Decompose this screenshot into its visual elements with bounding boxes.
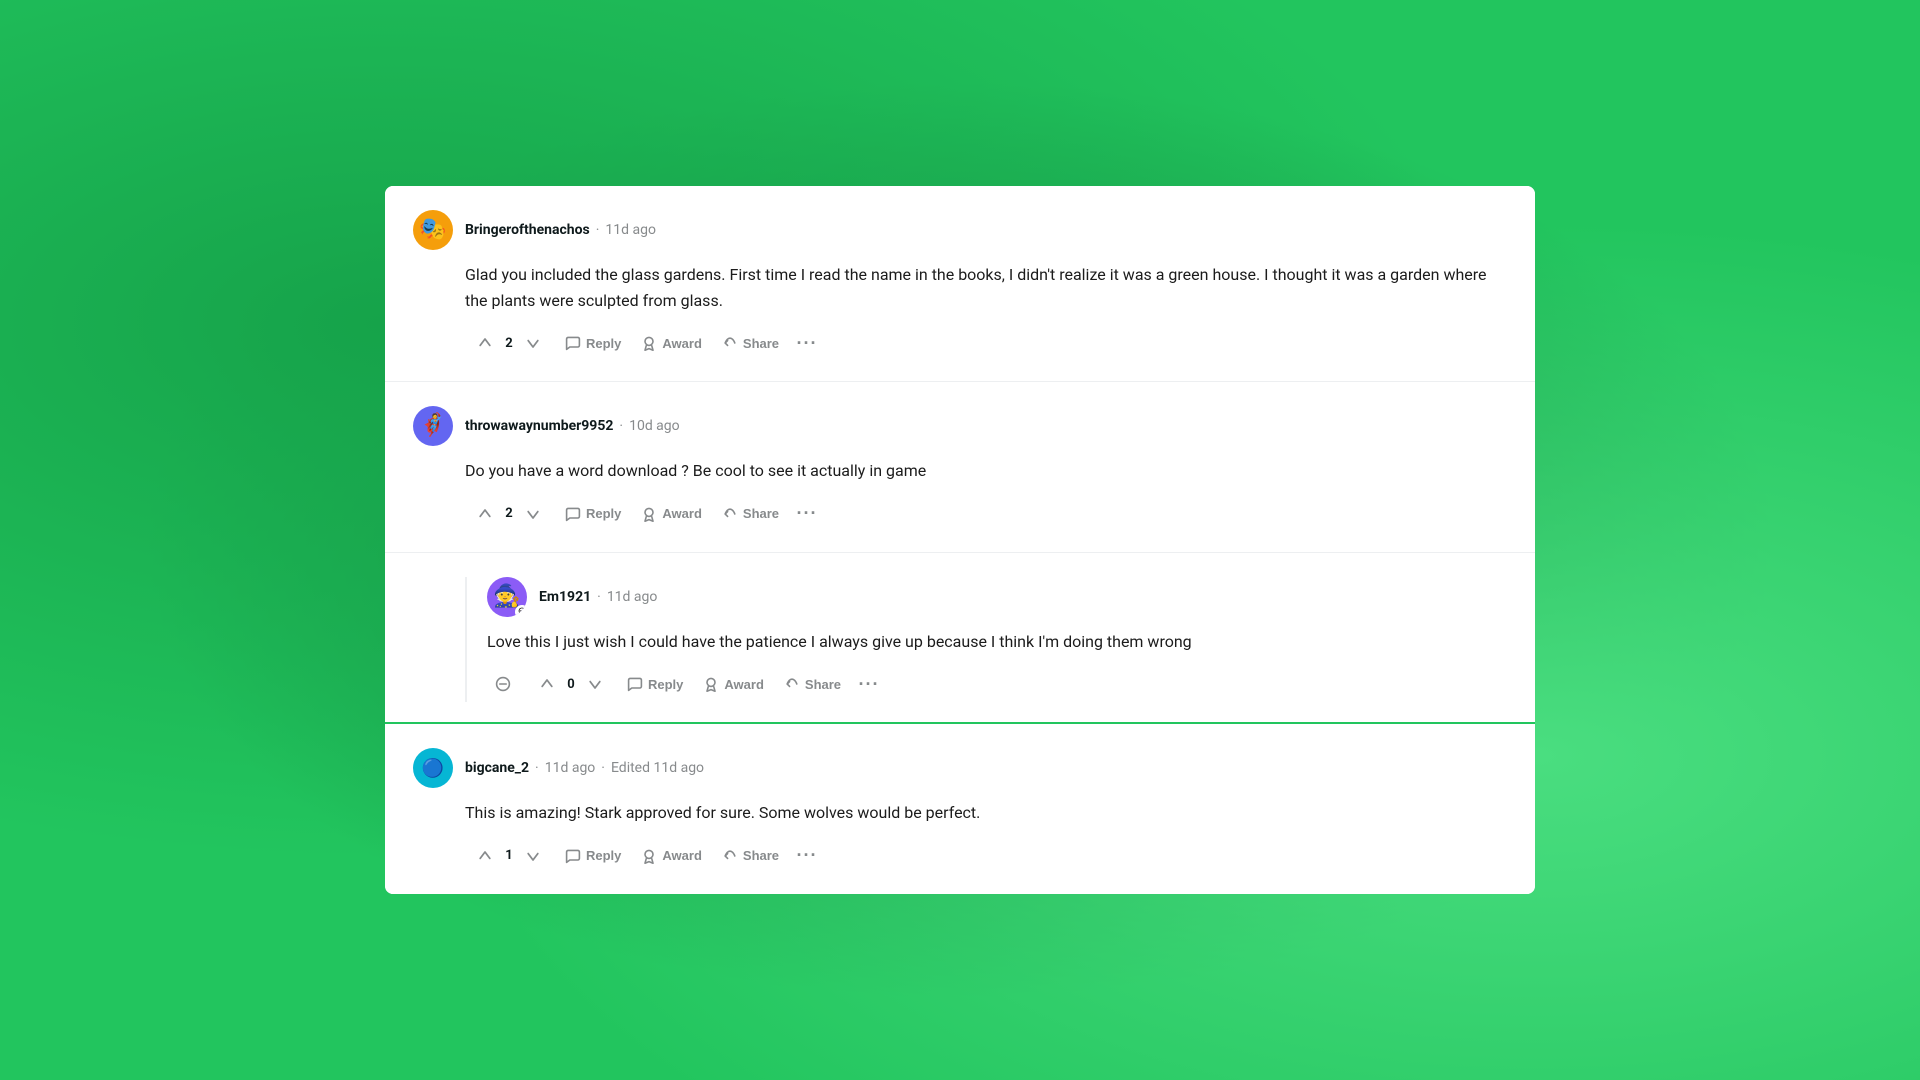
timestamp: 10d ago	[629, 418, 680, 434]
comment-actions: 0 Reply Award Shar	[487, 666, 1507, 702]
award-button[interactable]: Award	[633, 500, 710, 528]
more-label: ···	[859, 674, 880, 695]
downvote-button[interactable]	[519, 842, 547, 870]
comment-body: Do you have a word download ? Be cool to…	[465, 458, 1507, 484]
timestamp: 11d ago	[605, 222, 656, 238]
share-button[interactable]: Share	[714, 842, 787, 870]
award-button[interactable]: Award	[633, 842, 710, 870]
upvote-button[interactable]	[471, 842, 499, 870]
panel-top: 🎭 Bringerofthenachos · 11d ago Glad you …	[385, 186, 1535, 722]
more-label: ···	[797, 503, 818, 524]
reply-button[interactable]: Reply	[619, 670, 691, 698]
reply-label: Reply	[586, 848, 621, 863]
award-label: Award	[662, 336, 702, 351]
vote-group: 0	[527, 666, 615, 702]
more-button[interactable]: ···	[791, 498, 823, 530]
award-button[interactable]: Award	[633, 329, 710, 357]
award-button[interactable]: Award	[695, 670, 772, 698]
vote-count: 2	[501, 506, 517, 521]
more-label: ···	[797, 845, 818, 866]
upvote-button[interactable]	[471, 500, 499, 528]
comment-meta: bigcane_2 · 11d ago · Edited 11d ago	[465, 760, 704, 776]
separator: ·	[597, 589, 601, 605]
username: bigcane_2	[465, 760, 529, 776]
more-label: ···	[797, 333, 818, 354]
share-label: Share	[743, 506, 779, 521]
comment-meta: Bringerofthenachos · 11d ago	[465, 222, 656, 238]
vote-count: 0	[563, 677, 579, 692]
upvote-button[interactable]	[471, 329, 499, 357]
comment-block: 🦸 throwawaynumber9952 · 10d ago Do you h…	[385, 382, 1535, 553]
avatar: 🔵	[413, 748, 453, 788]
edited-tag: Edited 11d ago	[611, 760, 704, 776]
vote-count: 2	[501, 336, 517, 351]
avatar-image: 🎭	[419, 219, 446, 241]
comment-body: Glad you included the glass gardens. Fir…	[465, 262, 1507, 313]
upvote-button[interactable]	[533, 670, 561, 698]
share-label: Share	[743, 848, 779, 863]
avatar-image: 🔵	[422, 758, 444, 779]
avatar-image: 🧙	[493, 586, 520, 608]
reply-button[interactable]: Reply	[557, 842, 629, 870]
comment-header: 🔵 bigcane_2 · 11d ago · Edited 11d ago	[413, 748, 1507, 788]
share-label: Share	[805, 677, 841, 692]
reply-label: Reply	[586, 336, 621, 351]
more-button[interactable]: ···	[791, 840, 823, 872]
comment-block: 🔵 bigcane_2 · 11d ago · Edited 11d ago T…	[385, 724, 1535, 894]
reply-label: Reply	[648, 677, 683, 692]
panel-bottom: 🔵 bigcane_2 · 11d ago · Edited 11d ago T…	[385, 722, 1535, 894]
avatar: 🧙 ⊖	[487, 577, 527, 617]
reply-label: Reply	[586, 506, 621, 521]
award-label: Award	[662, 848, 702, 863]
comment-meta: throwawaynumber9952 · 10d ago	[465, 418, 680, 434]
timestamp: 11d ago	[545, 760, 596, 776]
comment-block: 🧙 ⊖ Em1921 · 11d ago Love this I just wi…	[385, 553, 1535, 723]
downvote-button[interactable]	[581, 670, 609, 698]
vote-group: 1	[465, 838, 553, 874]
share-button[interactable]: Share	[714, 329, 787, 357]
username: throwawaynumber9952	[465, 418, 613, 434]
downvote-button[interactable]	[519, 500, 547, 528]
avatar: 🎭	[413, 210, 453, 250]
collapse-button[interactable]	[487, 668, 519, 700]
comment-block: 🎭 Bringerofthenachos · 11d ago Glad you …	[385, 186, 1535, 382]
vote-group: 2	[465, 325, 553, 361]
downvote-button[interactable]	[519, 329, 547, 357]
comment-actions: 2 Reply Award Share	[465, 325, 1507, 361]
reply-indent: 🧙 ⊖ Em1921 · 11d ago Love this I just wi…	[465, 577, 1507, 703]
username: Em1921	[539, 589, 591, 605]
share-label: Share	[743, 336, 779, 351]
share-button[interactable]: Share	[776, 670, 849, 698]
comment-header: 🦸 throwawaynumber9952 · 10d ago	[413, 406, 1507, 446]
username: Bringerofthenachos	[465, 222, 590, 238]
reply-button[interactable]: Reply	[557, 500, 629, 528]
comment-body: This is amazing! Stark approved for sure…	[465, 800, 1507, 826]
comment-body: Love this I just wish I could have the p…	[487, 629, 1507, 655]
separator: ·	[601, 760, 605, 776]
comment-header: 🧙 ⊖ Em1921 · 11d ago	[487, 577, 1507, 617]
comment-actions: 2 Reply Award Share	[465, 496, 1507, 532]
avatar: 🦸	[413, 406, 453, 446]
share-button[interactable]: Share	[714, 500, 787, 528]
vote-count: 1	[501, 848, 517, 863]
vote-group: 2	[465, 496, 553, 532]
separator: ·	[619, 418, 623, 434]
separator: ·	[535, 760, 539, 776]
comment-header: 🎭 Bringerofthenachos · 11d ago	[413, 210, 1507, 250]
award-label: Award	[662, 506, 702, 521]
comment-actions: 1 Reply Award Share	[465, 838, 1507, 874]
more-button[interactable]: ···	[791, 327, 823, 359]
more-button[interactable]: ···	[853, 668, 885, 700]
comment-meta: Em1921 · 11d ago	[539, 589, 657, 605]
reply-button[interactable]: Reply	[557, 329, 629, 357]
award-label: Award	[724, 677, 764, 692]
avatar-image: 🦸	[419, 415, 446, 437]
separator: ·	[596, 222, 600, 238]
timestamp: 11d ago	[607, 589, 658, 605]
comments-panel: 🎭 Bringerofthenachos · 11d ago Glad you …	[385, 186, 1535, 894]
